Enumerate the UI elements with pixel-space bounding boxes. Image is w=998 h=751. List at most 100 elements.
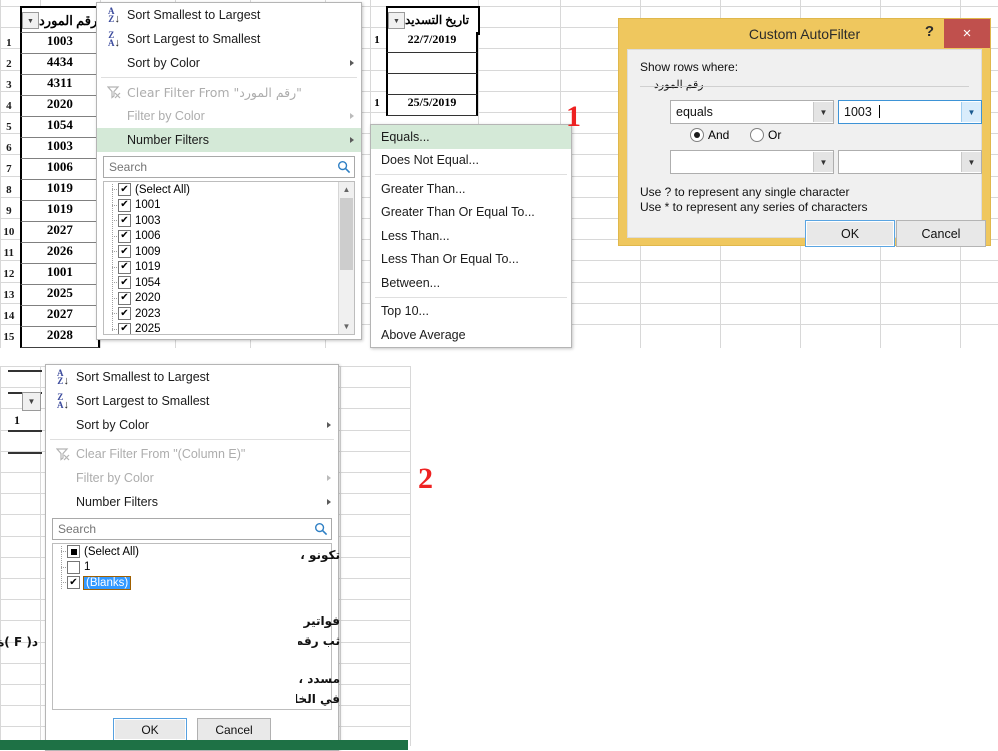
- supplier-number-cell[interactable]: 1003: [19, 136, 100, 159]
- custom-autofilter-dialog[interactable]: Custom AutoFilter ? × Show rows where: ر…: [618, 18, 991, 247]
- checkbox-partial[interactable]: [67, 545, 80, 559]
- submenu-item-equals[interactable]: Equals...: [371, 125, 571, 149]
- supplier-number-cell[interactable]: 2027: [19, 304, 100, 327]
- menu-item-number-filters[interactable]: Number Filters: [97, 128, 361, 152]
- supplier-number-cell[interactable]: 2025: [19, 283, 100, 306]
- checkbox-checked[interactable]: ✔: [118, 183, 131, 197]
- payment-date-cell[interactable]: 22/7/2019: [386, 32, 478, 53]
- supplier-number-cell[interactable]: 1003: [19, 31, 100, 54]
- checkbox-checked[interactable]: ✔: [118, 198, 131, 212]
- checkbox-checked[interactable]: ✔: [118, 214, 131, 228]
- chevron-down-icon[interactable]: ▼: [961, 102, 981, 122]
- menu-item-sort-by-color[interactable]: Sort by Color: [46, 413, 338, 437]
- value-1-combobox[interactable]: 1003 ▼: [838, 100, 982, 124]
- chevron-down-icon[interactable]: ▼: [961, 152, 981, 172]
- submenu-item-does-not-equal[interactable]: Does Not Equal...: [371, 149, 571, 173]
- menu-item-label: Sort Largest to Smallest: [127, 32, 261, 46]
- list-item[interactable]: ✔ 1006: [104, 229, 354, 245]
- menu-separator: [375, 296, 567, 298]
- search-input[interactable]: [107, 159, 337, 175]
- supplier-number-cell[interactable]: 1019: [19, 178, 100, 201]
- checkbox-checked[interactable]: ✔: [118, 229, 131, 243]
- filter-dropdown-icon[interactable]: ▼: [22, 392, 41, 411]
- close-icon[interactable]: ×: [944, 19, 990, 48]
- filter-value-list[interactable]: (Select All) 1 ✔ (Blanks): [52, 543, 332, 710]
- value-2-combobox[interactable]: ▼: [838, 150, 982, 174]
- help-icon[interactable]: ?: [925, 23, 934, 40]
- list-item[interactable]: (Select All): [53, 544, 331, 560]
- scroll-down-icon[interactable]: ▼: [339, 319, 354, 334]
- list-item[interactable]: ✔ 1054: [104, 275, 354, 291]
- supplier-number-cell[interactable]: 4311: [19, 73, 100, 96]
- cancel-button[interactable]: Cancel: [896, 220, 986, 247]
- search-box[interactable]: [103, 156, 355, 178]
- supplier-number-cell[interactable]: 2026: [19, 241, 100, 264]
- menu-item-sort-largest-to-smallest[interactable]: Z A↓ Sort Largest to Smallest: [46, 389, 338, 413]
- search-input[interactable]: [56, 521, 314, 537]
- submenu-item-between[interactable]: Between...: [371, 271, 571, 295]
- list-item[interactable]: ✔ 1009: [104, 244, 354, 260]
- list-item[interactable]: ✔ 1003: [104, 213, 354, 229]
- menu-item-number-filters[interactable]: Number Filters: [46, 490, 338, 514]
- payment-date-cell[interactable]: [386, 74, 478, 95]
- chevron-down-icon[interactable]: ▼: [813, 102, 833, 122]
- chevron-down-icon[interactable]: ▼: [813, 152, 833, 172]
- or-radio[interactable]: Or: [750, 128, 781, 142]
- menu-item-sort-smallest-to-largest[interactable]: A Z↓ Sort Smallest to Largest: [97, 3, 361, 27]
- list-item[interactable]: ✔ 2025: [104, 322, 354, 334]
- checkbox-checked[interactable]: ✔: [118, 245, 131, 259]
- number-filters-submenu[interactable]: Equals... Does Not Equal... Greater Than..…: [370, 124, 572, 348]
- supplier-number-cell[interactable]: 4434: [19, 52, 100, 75]
- search-box[interactable]: [52, 518, 332, 540]
- submenu-item-less-than[interactable]: Less Than...: [371, 224, 571, 248]
- submenu-item-top-10[interactable]: Top 10...: [371, 300, 571, 324]
- menu-item-label: Clear Filter From "رقم المورد": [127, 84, 302, 100]
- checkbox-checked[interactable]: ✔: [67, 576, 80, 590]
- checkbox-checked[interactable]: ✔: [118, 322, 131, 334]
- submenu-item-less-than-or-equal-to[interactable]: Less Than Or Equal To...: [371, 248, 571, 272]
- list-item[interactable]: ✔ (Select All): [104, 182, 354, 198]
- list-item[interactable]: ✔ (Blanks): [53, 575, 331, 591]
- filter-dropdown-icon[interactable]: ▼: [388, 12, 405, 29]
- submenu-item-greater-than-or-equal-to[interactable]: Greater Than Or Equal To...: [371, 201, 571, 225]
- scroll-up-icon[interactable]: ▲: [339, 182, 354, 197]
- menu-item-sort-largest-to-smallest[interactable]: Z A↓ Sort Largest to Smallest: [97, 27, 361, 51]
- supplier-number-cell[interactable]: 2020: [19, 94, 100, 117]
- filter-value-list[interactable]: ✔ (Select All) ✔ 1001 ✔ 1003 ✔ 1006 ✔ 1009 ✔ 1019 ✔ 1…: [103, 181, 355, 335]
- submenu-item-greater-than[interactable]: Greater Than...: [371, 177, 571, 201]
- menu-item-sort-by-color[interactable]: Sort by Color: [97, 51, 361, 75]
- filter-dropdown-menu-supplier[interactable]: A Z↓ Sort Smallest to Largest Z A↓ Sort Large…: [96, 2, 362, 340]
- checkbox-checked[interactable]: ✔: [118, 260, 131, 274]
- operator-1-combobox[interactable]: equals ▼: [670, 100, 834, 124]
- payment-date-cell[interactable]: [386, 53, 478, 74]
- supplier-number-cell[interactable]: 2027: [19, 220, 100, 243]
- cancel-button[interactable]: Cancel: [197, 718, 271, 741]
- checkbox-checked[interactable]: ✔: [118, 291, 131, 305]
- supplier-number-cell[interactable]: 1019: [19, 199, 100, 222]
- supplier-number-cell[interactable]: 1054: [19, 115, 100, 138]
- operator-2-combobox[interactable]: ▼: [670, 150, 834, 174]
- menu-item-label: Sort Largest to Smallest: [76, 394, 210, 408]
- supplier-number-cell[interactable]: 2028: [19, 325, 100, 348]
- list-item[interactable]: ✔ 1001: [104, 198, 354, 214]
- and-radio[interactable]: And: [690, 128, 729, 142]
- filter-dropdown-menu-column-e[interactable]: A Z↓ Sort Smallest to Largest Z A↓ Sort Large…: [45, 364, 339, 751]
- show-rows-label: Show rows where:: [640, 60, 739, 74]
- payment-date-cell[interactable]: 25/5/2019: [386, 95, 478, 116]
- menu-item-sort-smallest-to-largest[interactable]: A Z↓ Sort Smallest to Largest: [46, 365, 338, 389]
- supplier-number-cell[interactable]: 1006: [19, 157, 100, 180]
- supplier-number-cell[interactable]: 1001: [19, 262, 100, 285]
- checkbox-checked[interactable]: ✔: [118, 276, 131, 290]
- list-item[interactable]: ✔ 2023: [104, 306, 354, 322]
- list-item[interactable]: ✔ 1019: [104, 260, 354, 276]
- list-scrollbar[interactable]: ▲ ▼: [338, 182, 354, 334]
- checkbox-unchecked[interactable]: [67, 560, 80, 574]
- scrollbar-thumb[interactable]: [340, 198, 353, 270]
- list-item[interactable]: ✔ 2020: [104, 291, 354, 307]
- filter-dropdown-icon[interactable]: ▼: [22, 12, 39, 29]
- ok-button[interactable]: OK: [805, 220, 895, 247]
- list-item[interactable]: 1: [53, 560, 331, 576]
- ok-button[interactable]: OK: [113, 718, 187, 741]
- checkbox-checked[interactable]: ✔: [118, 307, 131, 321]
- submenu-item-above-average[interactable]: Above Average: [371, 323, 571, 347]
